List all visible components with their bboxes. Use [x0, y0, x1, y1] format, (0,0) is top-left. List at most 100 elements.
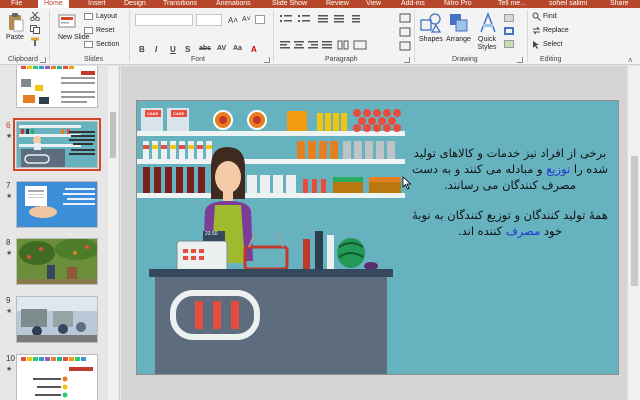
replace-icon[interactable]: [532, 26, 541, 37]
font-size-field[interactable]: [196, 14, 222, 26]
bold-button[interactable]: B: [139, 45, 145, 54]
tab-add-ins[interactable]: Add-ins: [401, 0, 425, 8]
reset-icon: [84, 27, 93, 34]
quick-styles-button[interactable]: Quick Styles: [475, 36, 499, 52]
reset-button[interactable]: Reset: [96, 27, 114, 34]
font-color-button[interactable]: A: [251, 45, 257, 54]
tab-nitro-pro[interactable]: Nitro Pro: [444, 0, 472, 8]
slide-text-box[interactable]: برخی از افراد نیز خدمات و کالاهای تولید …: [405, 145, 615, 239]
slides-group-label: Slides: [84, 56, 104, 63]
editor-vertical-scrollbar[interactable]: [627, 66, 640, 400]
highlight-word-distribution: توزیع: [546, 162, 571, 176]
shape-effects-icon[interactable]: [504, 40, 514, 48]
tell-me-search[interactable]: Tell me...: [498, 0, 526, 8]
slide-number: 10: [6, 354, 15, 363]
animation-star-icon: ★: [6, 366, 13, 373]
select-icon[interactable]: [532, 40, 541, 51]
ribbon-separator: [49, 10, 50, 62]
slide-number: 7: [6, 181, 11, 190]
clipboard-launcher-icon[interactable]: [40, 57, 46, 63]
text-shadow-button[interactable]: S: [185, 45, 190, 54]
layout-button[interactable]: Layout: [96, 13, 117, 20]
grocery-shop-illustration: [137, 101, 420, 374]
arrange-button[interactable]: Arrange: [446, 36, 471, 43]
section-button[interactable]: Section: [96, 41, 119, 48]
paragraph-launcher-icon[interactable]: [404, 57, 410, 63]
collapse-ribbon-icon[interactable]: ˄: [628, 56, 633, 65]
thumbnail-scrollbar[interactable]: [108, 66, 118, 400]
tab-review[interactable]: Review: [326, 0, 349, 8]
strikethrough-button[interactable]: abc: [199, 45, 211, 52]
copy-icon[interactable]: [30, 25, 40, 36]
account-name[interactable]: soheil salimi: [549, 0, 587, 8]
paragraph-tools-icons[interactable]: [280, 13, 415, 55]
clipboard-group-label: Clipboard: [8, 56, 38, 63]
share-button[interactable]: Share: [610, 0, 629, 8]
font-group-label: Font: [191, 56, 206, 63]
slide-thumbnail-7[interactable]: [16, 181, 98, 228]
find-icon[interactable]: [532, 12, 541, 23]
underline-button[interactable]: U: [170, 45, 176, 54]
slide-number: 9: [6, 296, 11, 305]
mouse-cursor-icon: [402, 176, 412, 192]
new-slide-button[interactable]: New Slide: [58, 34, 90, 41]
ribbon-tab-bar: File Home Insert Design Transitions Anim…: [0, 0, 640, 8]
section-icon: [84, 41, 93, 48]
ribbon-separator: [129, 10, 130, 62]
cake-box-label: CAKE: [173, 111, 185, 116]
new-slide-icon[interactable]: [58, 14, 78, 30]
slide-thumbnail-10[interactable]: [16, 354, 98, 400]
replace-button[interactable]: Replace: [543, 27, 569, 34]
tab-transitions[interactable]: Transitions: [163, 0, 197, 8]
editor-scroll-thumb[interactable]: [631, 156, 638, 286]
slide-thumbnail-9[interactable]: [16, 296, 98, 343]
clear-formatting-icon[interactable]: [255, 15, 265, 24]
tab-design[interactable]: Design: [124, 0, 146, 8]
shrink-font-icon[interactable]: A˅: [242, 16, 251, 23]
change-case-button[interactable]: Aa: [233, 45, 242, 52]
shapes-button[interactable]: Shapes: [419, 36, 443, 43]
select-button[interactable]: Select: [543, 41, 562, 48]
grow-font-icon[interactable]: A˄: [228, 16, 238, 25]
drawing-group-label: Drawing: [452, 56, 478, 63]
slide-thumbnail-pane: 6 ★ 7 ★ 8 ★ 9 ★ 10 ★: [0, 66, 120, 400]
tab-slide-show[interactable]: Slide Show: [272, 0, 307, 8]
cake-box-label: CAKE: [147, 111, 159, 116]
font-name-field[interactable]: [135, 14, 193, 26]
paragraph-group-label: Paragraph: [325, 56, 358, 63]
editing-group-label: Editing: [540, 56, 562, 63]
tab-insert[interactable]: Insert: [88, 0, 106, 8]
tab-view[interactable]: View: [366, 0, 381, 8]
tab-animations[interactable]: Animations: [216, 0, 251, 8]
slide-canvas[interactable]: CAKE CAKE 23.50 برخی از افراد نیز خدمات …: [136, 100, 619, 375]
drawing-launcher-icon[interactable]: [517, 57, 523, 63]
find-button[interactable]: Find: [543, 13, 557, 20]
shape-outline-icon[interactable]: [504, 27, 514, 35]
slide-thumbnail-6[interactable]: [13, 118, 101, 171]
shapes-icon[interactable]: [420, 12, 442, 36]
animation-star-icon: ★: [6, 193, 13, 200]
slide-thumbnail-5[interactable]: [16, 66, 98, 108]
italic-button[interactable]: I: [155, 45, 157, 54]
tab-home[interactable]: Home: [38, 0, 69, 8]
thumbnail-scroll-thumb[interactable]: [110, 112, 116, 158]
animation-star-icon: ★: [6, 308, 13, 315]
highlight-word-consumption: مصرف: [505, 224, 541, 238]
shape-fill-icon[interactable]: [504, 14, 514, 22]
paste-button[interactable]: Paste: [6, 34, 24, 41]
character-spacing-button[interactable]: AV: [217, 45, 226, 52]
tab-file[interactable]: File: [11, 0, 22, 8]
paste-icon[interactable]: [8, 12, 24, 32]
cut-icon[interactable]: [30, 11, 40, 23]
quick-styles-icon[interactable]: [477, 11, 499, 36]
register-price-tag: 23.50: [205, 231, 218, 237]
slide-paragraph-1: برخی از افراد نیز خدمات و کالاهای تولید …: [411, 146, 609, 192]
slide-number: 8: [6, 238, 11, 247]
font-launcher-icon[interactable]: [264, 57, 270, 63]
slide-thumbnail-8[interactable]: [16, 238, 98, 285]
slide-number: 6: [6, 121, 11, 130]
ribbon-separator: [414, 10, 415, 62]
animation-star-icon: ★: [6, 250, 13, 257]
arrange-icon[interactable]: [448, 12, 470, 36]
format-painter-icon[interactable]: [30, 37, 40, 48]
